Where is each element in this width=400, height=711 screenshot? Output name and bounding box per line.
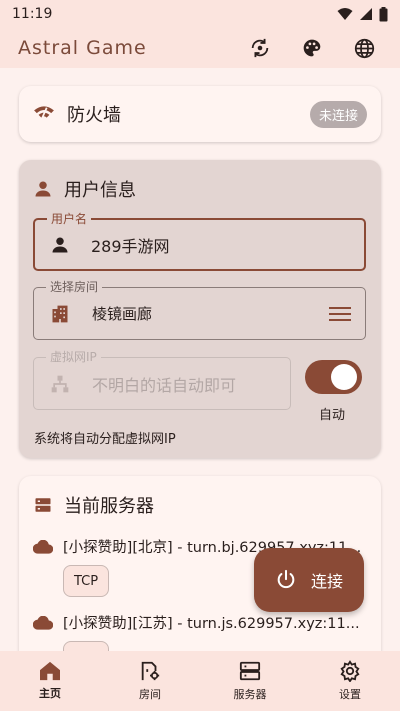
- app-title: Astral Game: [18, 37, 147, 59]
- server-icon: [239, 661, 261, 681]
- firewall-title: 防火墙: [67, 105, 121, 126]
- palette-icon: [303, 39, 321, 57]
- person-icon: [52, 237, 68, 252]
- sync-button[interactable]: [246, 34, 274, 62]
- user-info-title: 用户信息: [64, 180, 136, 201]
- building-icon: [52, 305, 68, 322]
- virtual-ip-input[interactable]: 不明白的话自动即可: [92, 372, 236, 396]
- home-icon: [40, 661, 60, 681]
- sync-icon: [251, 38, 269, 58]
- virtual-ip-hint: 系统将自动分配虚拟网IP: [34, 432, 176, 447]
- server-name: [小探赞助][江苏] - turn.js.629957.xyz:11...: [63, 616, 360, 632]
- room-select[interactable]: 选择房间 棱镜画廊: [33, 279, 366, 340]
- power-icon: [277, 569, 295, 589]
- wifi-icon: [337, 8, 353, 20]
- nav-label: 房间: [139, 688, 161, 701]
- nav-label: 服务器: [233, 688, 267, 701]
- language-button[interactable]: [350, 34, 378, 62]
- status-icons: [337, 6, 388, 22]
- network-icon: [51, 375, 69, 392]
- nav-label: 主页: [39, 687, 61, 700]
- auto-ip-label: 自动: [319, 408, 346, 423]
- room-value: 棱镜画廊: [92, 305, 153, 323]
- auto-ip-toggle[interactable]: [305, 360, 362, 394]
- nav-item-room[interactable]: 房间: [100, 651, 200, 711]
- app-bar: Astral Game: [0, 28, 400, 68]
- menu-icon[interactable]: [329, 306, 351, 322]
- status-bar: 11:19: [0, 0, 400, 28]
- gear-icon: [340, 660, 360, 682]
- server-icon: [35, 498, 51, 512]
- nav-item-server[interactable]: 服务器: [200, 651, 300, 711]
- battery-icon: [379, 6, 388, 21]
- virtual-ip-label: 虚拟网IP: [46, 349, 101, 365]
- nav-label: 设置: [339, 688, 361, 701]
- globe-icon: [354, 38, 374, 58]
- person-icon: [35, 181, 51, 197]
- firewall-icon: [34, 106, 54, 123]
- user-info-card: 用户信息 用户名 289手游网 选择房间 棱镜画廊 虚拟网IP 不明白的话自动即…: [19, 160, 381, 458]
- servers-title: 当前服务器: [64, 496, 154, 517]
- protocol-chip: TCP: [63, 565, 109, 597]
- signal-icon: [360, 8, 372, 20]
- connect-label: 连接: [310, 572, 343, 591]
- theme-button[interactable]: [298, 34, 326, 62]
- status-time: 11:19: [12, 6, 53, 22]
- username-label: 用户名: [47, 211, 92, 227]
- room-settings-icon: [141, 661, 160, 681]
- user-info-header: 用户信息: [34, 176, 136, 202]
- cloud-icon: [33, 615, 53, 630]
- cloud-icon: [33, 539, 53, 554]
- username-field[interactable]: 用户名 289手游网: [33, 211, 366, 271]
- nav-item-home[interactable]: 主页: [0, 651, 100, 711]
- bottom-nav: 主页 房间 服务器 设置: [0, 651, 400, 711]
- toggle-knob: [331, 364, 357, 390]
- room-label: 选择房间: [46, 279, 103, 295]
- nav-item-settings[interactable]: 设置: [300, 651, 400, 711]
- servers-header: 当前服务器: [34, 492, 154, 518]
- virtual-ip-field[interactable]: 虚拟网IP 不明白的话自动即可: [33, 349, 291, 410]
- firewall-card[interactable]: 防火墙 未连接: [19, 86, 381, 142]
- firewall-status-badge: 未连接: [309, 100, 367, 128]
- username-input[interactable]: 289手游网: [91, 233, 170, 257]
- connect-button[interactable]: 连接: [254, 548, 364, 612]
